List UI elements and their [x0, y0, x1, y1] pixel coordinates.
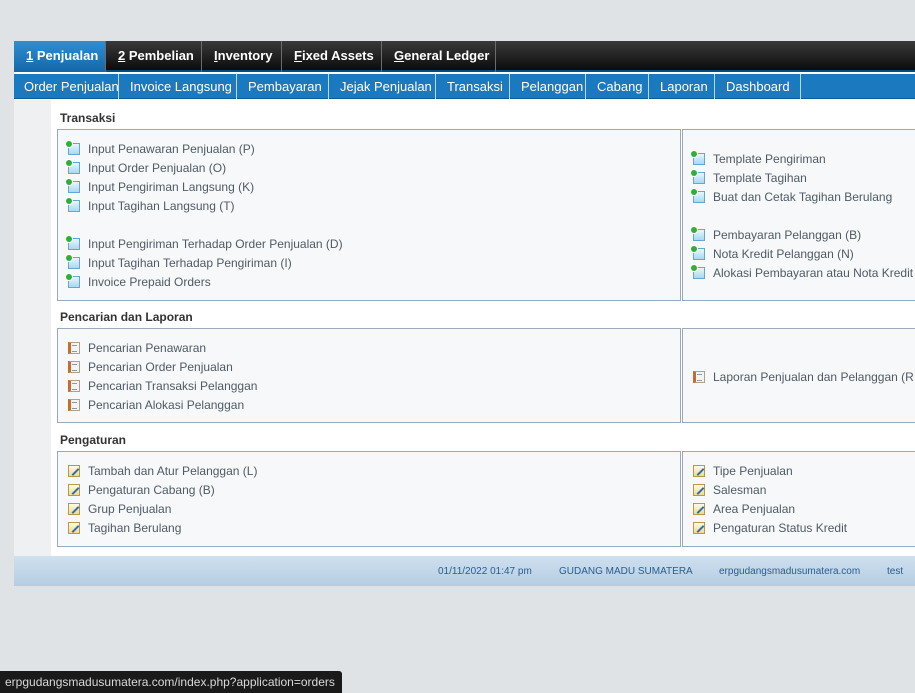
add-document-icon	[66, 197, 80, 212]
link-pembayaran-pelanggan[interactable]: Pembayaran Pelanggan (B)	[691, 225, 861, 244]
report-icon	[68, 398, 80, 411]
link-input-penawaran[interactable]: Input Penawaran Penjualan (P)	[66, 139, 255, 158]
add-document-icon	[691, 264, 705, 279]
link-tipe-penjualan[interactable]: Tipe Penjualan	[693, 461, 793, 480]
transaksi-right-panel: Template Pengiriman Template Tagihan Bua…	[682, 129, 915, 301]
pengaturan-left-panel: Tambah dan Atur Pelanggan (L) Pengaturan…	[57, 451, 681, 547]
add-document-icon	[691, 169, 705, 184]
edit-settings-icon	[68, 483, 80, 496]
link-tagihan-berulang[interactable]: Buat dan Cetak Tagihan Berulang	[691, 187, 892, 206]
pengaturan-right-panel: Tipe Penjualan Salesman Area Penjualan P…	[682, 451, 915, 547]
add-document-icon	[691, 226, 705, 241]
link-pencarian-alokasi[interactable]: Pencarian Alokasi Pelanggan	[68, 395, 244, 414]
edit-settings-icon	[693, 483, 705, 496]
link-alokasi-pembayaran[interactable]: Alokasi Pembayaran atau Nota Kredit	[691, 263, 913, 282]
tab-general-ledger[interactable]: General Ledger	[382, 41, 496, 72]
link-pencarian-order[interactable]: Pencarian Order Penjualan	[68, 357, 233, 376]
tab-penjualan[interactable]: 1 Penjualan	[14, 41, 106, 72]
left-margin-strip	[14, 100, 51, 556]
tab-pembelian[interactable]: 2 Pembelian	[106, 41, 202, 72]
link-input-pengiriman-order[interactable]: Input Pengiriman Terhadap Order Penjuala…	[66, 234, 343, 253]
link-template-pengiriman[interactable]: Template Pengiriman	[691, 149, 826, 168]
add-document-icon	[66, 178, 80, 193]
footer-user: test	[887, 566, 904, 577]
sub-menu-bar: Order Penjualan Invoice Langsung Pembaya…	[14, 74, 915, 99]
pencarian-right-panel: Laporan Penjualan dan Pelanggan (R	[682, 328, 915, 423]
subnav-pembayaran[interactable]: Pembayaran	[237, 74, 329, 99]
link-status-kredit[interactable]: Pengaturan Status Kredit	[693, 518, 847, 537]
section-title-pencarian: Pencarian dan Laporan	[60, 310, 193, 324]
report-icon	[68, 360, 80, 373]
tab-inventory[interactable]: Inventory	[202, 41, 282, 72]
edit-settings-icon	[693, 464, 705, 477]
link-pencarian-transaksi[interactable]: Pencarian Transaksi Pelanggan	[68, 376, 257, 395]
link-atur-pelanggan[interactable]: Tambah dan Atur Pelanggan (L)	[68, 461, 257, 480]
add-document-icon	[66, 159, 80, 174]
link-salesman[interactable]: Salesman	[693, 480, 766, 499]
report-icon	[68, 379, 80, 392]
edit-settings-icon	[68, 464, 80, 477]
add-document-icon	[66, 273, 80, 288]
link-input-order[interactable]: Input Order Penjualan (O)	[66, 158, 226, 177]
footer-bar: 01/11/2022 01:47 pm GUDANG MADU SUMATERA…	[14, 556, 915, 586]
edit-settings-icon	[68, 502, 80, 515]
add-document-icon	[691, 150, 705, 165]
report-icon	[68, 341, 80, 354]
link-pengaturan-cabang[interactable]: Pengaturan Cabang (B)	[68, 480, 215, 499]
browser-status-url: erpgudangsmadusumatera.com/index.php?app…	[0, 671, 342, 693]
link-invoice-prepaid[interactable]: Invoice Prepaid Orders	[66, 272, 211, 291]
pencarian-left-panel: Pencarian Penawaran Pencarian Order Penj…	[57, 328, 681, 423]
edit-settings-icon	[693, 521, 705, 534]
subnav-invoice-langsung[interactable]: Invoice Langsung	[119, 74, 237, 99]
link-area-penjualan[interactable]: Area Penjualan	[693, 499, 795, 518]
add-document-icon	[66, 235, 80, 250]
add-document-icon	[691, 188, 705, 203]
link-laporan-penjualan[interactable]: Laporan Penjualan dan Pelanggan (R	[693, 367, 914, 386]
tab-fixed-assets[interactable]: Fixed Assets	[282, 41, 382, 72]
add-document-icon	[66, 254, 80, 269]
footer-datetime: 01/11/2022 01:47 pm	[438, 566, 532, 577]
subnav-laporan[interactable]: Laporan	[649, 74, 715, 99]
footer-company: GUDANG MADU SUMATERA	[559, 566, 693, 577]
transaksi-left-panel: Input Penawaran Penjualan (P) Input Orde…	[57, 129, 681, 301]
edit-settings-icon	[693, 502, 705, 515]
link-grup-penjualan[interactable]: Grup Penjualan	[68, 499, 171, 518]
subnav-order-penjualan[interactable]: Order Penjualan	[14, 74, 119, 99]
report-icon	[693, 370, 705, 383]
footer-domain-link[interactable]: erpgudangsmadusumatera.com	[719, 566, 860, 577]
subnav-dashboard[interactable]: Dashboard	[715, 74, 801, 99]
subnav-pelanggan[interactable]: Pelanggan	[510, 74, 586, 99]
add-document-icon	[691, 245, 705, 260]
link-input-tagihan-pengiriman[interactable]: Input Tagihan Terhadap Pengiriman (I)	[66, 253, 292, 272]
subnav-cabang[interactable]: Cabang	[586, 74, 649, 99]
edit-settings-icon	[68, 521, 80, 534]
link-input-pengiriman-langsung[interactable]: Input Pengiriman Langsung (K)	[66, 177, 254, 196]
link-pencarian-penawaran[interactable]: Pencarian Penawaran	[68, 338, 206, 357]
link-input-tagihan-langsung[interactable]: Input Tagihan Langsung (T)	[66, 196, 235, 215]
app-window: 1 Penjualan 2 Pembelian Inventory Fixed …	[14, 41, 915, 586]
link-nota-kredit[interactable]: Nota Kredit Pelanggan (N)	[691, 244, 854, 263]
add-document-icon	[66, 140, 80, 155]
subnav-jejak-penjualan[interactable]: Jejak Penjualan	[329, 74, 436, 99]
section-title-transaksi: Transaksi	[60, 111, 116, 125]
subnav-transaksi[interactable]: Transaksi	[436, 74, 510, 99]
link-tagihan-berulang-setting[interactable]: Tagihan Berulang	[68, 518, 181, 537]
main-module-tabs: 1 Penjualan 2 Pembelian Inventory Fixed …	[14, 41, 915, 72]
link-template-tagihan[interactable]: Template Tagihan	[691, 168, 807, 187]
section-title-pengaturan: Pengaturan	[60, 433, 127, 447]
